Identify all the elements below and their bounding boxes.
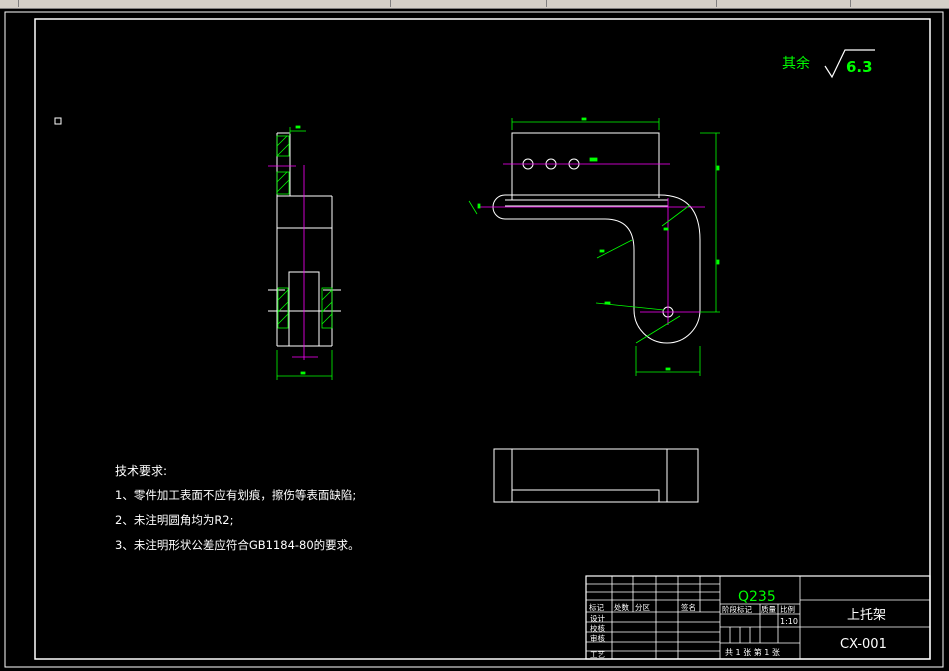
rev-header-zone: 分区 bbox=[635, 603, 650, 612]
material: Q235 bbox=[738, 589, 776, 605]
title-block-text: 标记 处数 分区 签名 设计 校核 审核 工艺 Q235 阶段标记 质量 比例 … bbox=[589, 589, 887, 659]
marker-square bbox=[54, 117, 62, 125]
tech-title: 技术要求: bbox=[115, 464, 167, 478]
side-view-hatch bbox=[276, 135, 333, 329]
rev-header-mark: 标记 bbox=[589, 602, 604, 612]
stage-header-mass: 质量 bbox=[761, 604, 776, 614]
technical-requirements: 技术要求: 1、零件加工表面不应有划痕，擦伤等表面缺陷; 2、未注明圆角均为R2… bbox=[115, 464, 360, 552]
tech-req-1: 1、零件加工表面不应有划痕，擦伤等表面缺陷; bbox=[115, 488, 356, 502]
front-view-centerlines bbox=[480, 163, 705, 325]
stage-header-scale: 比例 bbox=[780, 604, 795, 614]
toolbar-segment[interactable] bbox=[0, 0, 19, 7]
roughness-prefix: 其余 bbox=[782, 55, 810, 72]
side-view-dimensions bbox=[276, 125, 333, 380]
roughness-value: 6.3 bbox=[846, 58, 873, 76]
inner-frame bbox=[34, 18, 931, 660]
rev-header-count: 处数 bbox=[614, 602, 629, 612]
toolbar-segment[interactable] bbox=[546, 0, 717, 7]
front-view-dimensions bbox=[468, 117, 720, 376]
tech-req-2: 2、未注明圆角均为R2; bbox=[115, 513, 234, 527]
top-view bbox=[493, 448, 699, 503]
toolbar-segment[interactable] bbox=[390, 0, 547, 7]
toolbar-segment[interactable] bbox=[716, 0, 851, 7]
front-view bbox=[492, 132, 701, 344]
drawing-number: CX-001 bbox=[840, 637, 887, 652]
toolbar-segment[interactable] bbox=[18, 0, 391, 7]
outer-frame bbox=[4, 11, 944, 668]
rev-header-sign: 签名 bbox=[681, 602, 696, 612]
side-view bbox=[268, 132, 341, 347]
row-label-design: 设计 bbox=[590, 613, 605, 623]
side-view-centerlines bbox=[268, 165, 318, 360]
scale-value: 1:10 bbox=[780, 617, 798, 626]
row-label-review: 审核 bbox=[590, 633, 605, 643]
cad-drawing-canvas[interactable]: 其余 6.3 技术要求: 1、零件加工表面不应有划痕，擦伤等表面缺陷; 2、未注… bbox=[0, 8, 949, 671]
row-label-process: 工艺 bbox=[590, 650, 605, 659]
part-name: 上托架 bbox=[847, 608, 886, 623]
sheet-count: 共 1 张 第 1 张 bbox=[725, 647, 780, 657]
stage-header-mark: 阶段标记 bbox=[722, 604, 752, 614]
row-label-check: 校核 bbox=[590, 623, 605, 633]
roughness-symbol: 其余 6.3 bbox=[782, 49, 875, 79]
tech-req-3: 3、未注明形状公差应符合GB1184-80的要求。 bbox=[115, 538, 360, 552]
